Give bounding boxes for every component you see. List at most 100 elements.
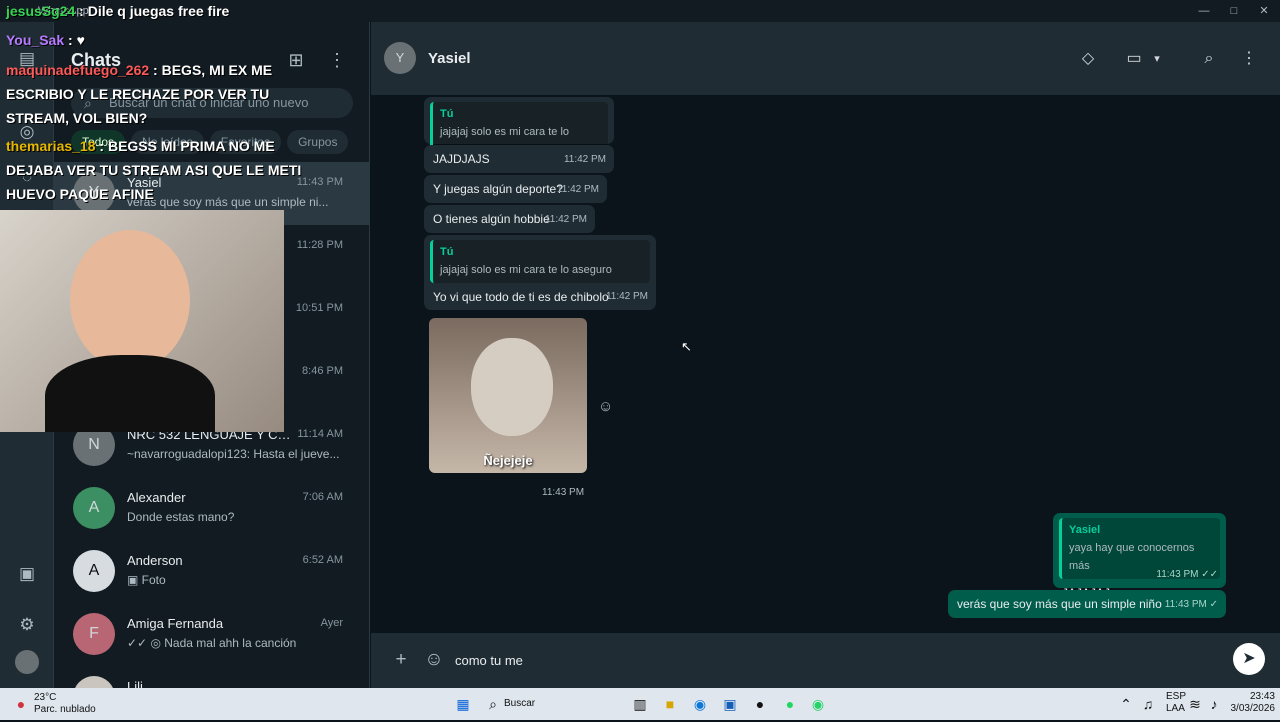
search-input[interactable]: Buscar un chat o iniciar uno nuevo (71, 88, 353, 118)
archive-icon[interactable]: ▣ (15, 562, 39, 586)
chat-preview: ▣ Foto (127, 573, 166, 587)
tab-favoritos[interactable]: Favoritos (209, 130, 282, 154)
avatar: A (73, 550, 115, 592)
conversation-header: Y Yasiel ◇ ▭ ▾ ⌕ ⋮ (371, 22, 1280, 95)
chat-name: Yasiel (127, 175, 162, 190)
chat-time: Ayer (320, 617, 343, 629)
quote-author: Tú (440, 108, 454, 120)
message-text: Y juegas algún deporte? (433, 182, 563, 196)
sticker-time: 11:43 PM (542, 487, 585, 498)
message-text: O tienes algún hobbie (433, 212, 550, 226)
taskview-icon[interactable]: ▥ (631, 695, 649, 713)
streamer-webcam (0, 210, 284, 432)
microphone-icon[interactable]: ♫ (1139, 695, 1157, 713)
edge-icon[interactable]: ◉ (691, 695, 709, 713)
message-input[interactable]: como tu me (455, 649, 1215, 673)
keyboard-layout[interactable]: LAA (1166, 703, 1185, 721)
quote-text: jajajaj solo es mi cara te lo aseguro (440, 264, 612, 276)
search-icon: ⌕ (489, 696, 497, 712)
quote-author: Tú (440, 246, 454, 258)
chat-item-lili[interactable]: L Lili (54, 666, 369, 688)
chat-time: 11:28 PM (296, 239, 343, 251)
taskbar-search[interactable]: Buscar (504, 695, 535, 713)
panel-title: Chats (71, 50, 122, 70)
mouse-cursor-icon: ↖ (681, 339, 692, 354)
sticker-caption: Ñejejeje (483, 453, 533, 468)
contact-name[interactable]: Yasiel (428, 50, 471, 67)
chat-time: 10:51 PM (295, 302, 343, 314)
avatar: F (73, 613, 115, 655)
tab-todos[interactable]: Todos (71, 130, 126, 154)
minimize-button[interactable]: — (1190, 2, 1218, 20)
chat-time: 11:14 AM (297, 428, 343, 440)
chats-icon[interactable]: ▤ (15, 47, 39, 71)
message-bubble[interactable]: JAJDJAJS 11:42 PM (424, 145, 614, 173)
whatsapp-icon[interactable]: ◉ (809, 695, 827, 713)
cat-sticker[interactable]: Ñejejeje (429, 318, 587, 473)
avatar: L (73, 676, 115, 688)
spotify-icon[interactable]: ● (781, 695, 799, 713)
windows-taskbar: ● 23°C Parc. nublado ▦ ⌕ Buscar ▥ ■ ◉ ▣ … (0, 688, 1280, 720)
message-time: 11:43 PM ✓ (1164, 599, 1218, 610)
quoted-message[interactable]: Tú jajajaj solo es mi cara te lo aseguro (430, 240, 650, 283)
contact-avatar[interactable]: Y (384, 42, 416, 74)
menu-icon[interactable]: ⋮ (1237, 47, 1261, 71)
reaction-icon[interactable]: ☺ (598, 398, 613, 415)
chat-item-alexander[interactable]: A Alexander 7:06 AM Donde estas mano? (54, 477, 369, 540)
chat-preview: ✓✓ ◎ Nada mal ahh la canción (127, 636, 297, 650)
message-time: 11:42 PM (556, 184, 599, 195)
message-bubble-outgoing[interactable]: verás que soy más que un simple niño 11:4… (948, 590, 1226, 618)
message-text: verás que soy más que un simple niño (957, 597, 1162, 611)
chat-name: Amiga Fernanda (127, 616, 224, 631)
tray-chevron-icon[interactable]: ⌃ (1117, 695, 1135, 713)
maximize-button[interactable]: □ (1220, 2, 1248, 20)
chat-time: 11:43 PM (296, 176, 343, 188)
message-text: JAJDJAJS (433, 152, 490, 166)
communities-icon[interactable]: ◌ (15, 165, 39, 189)
avatar: A (73, 487, 115, 529)
new-chat-icon[interactable]: ⊞ (285, 50, 307, 72)
close-button[interactable]: ✕ (1250, 2, 1278, 20)
message-composer: + ☺ como tu me ➤ (371, 633, 1280, 688)
chat-item-amiga-fernanda[interactable]: F Amiga Fernanda Ayer ✓✓ ◎ Nada mal ahh la … (54, 603, 369, 666)
settings-icon[interactable]: ⚙ (15, 613, 39, 637)
folder-icon[interactable]: ■ (661, 695, 679, 713)
store-icon[interactable]: ▣ (721, 695, 739, 713)
search-icon[interactable]: ⌕ (1197, 47, 1221, 71)
quote-author: Yasiel (1069, 524, 1101, 536)
profile-avatar[interactable] (15, 650, 39, 674)
app-title: WhatsApp (38, 5, 89, 17)
tab-no-leidos[interactable]: No leídos (131, 130, 204, 154)
message-bubble[interactable]: Tú jajajaj solo es mi cara te lo aseguro Y… (424, 235, 656, 310)
windows-start-icon[interactable]: ▦ (454, 695, 472, 713)
wifi-icon[interactable]: ≋ (1186, 695, 1204, 713)
video-call-icon[interactable]: ▭ (1122, 47, 1146, 71)
status-icon[interactable]: ◎ (15, 120, 39, 144)
obs-icon[interactable]: ● (751, 695, 769, 713)
message-time: 11:42 PM (544, 214, 587, 225)
message-bubble[interactable]: Y juegas algún deporte? 11:42 PM (424, 175, 607, 203)
message-bubble-outgoing[interactable]: Yasielyaya hay que conocernos másJAJAJAJ… (1053, 513, 1226, 600)
chat-item-anderson[interactable]: A Anderson 6:52 AM ▣ Foto (54, 540, 369, 603)
message-bubble[interactable]: O tienes algún hobbie 11:42 PM (424, 205, 595, 233)
message-bubble[interactable]: Tújajajaj solo es mi cara te lo aseguro (424, 97, 614, 163)
window-titlebar: WhatsApp — □ ✕ (0, 0, 1280, 22)
weather-icon[interactable]: ● (12, 695, 30, 713)
label-icon[interactable]: ◇ (1076, 47, 1100, 71)
chat-time: 6:52 AM (302, 554, 343, 566)
chat-preview: Donde estas mano? (127, 510, 235, 524)
menu-icon[interactable]: ⋮ (326, 50, 348, 72)
tab-grupos[interactable]: Grupos (287, 130, 349, 154)
chat-time: 7:06 AM (302, 491, 343, 503)
clock-date[interactable]: 3/03/2026 (1223, 703, 1276, 721)
emoji-icon[interactable]: ☺ (422, 648, 446, 672)
send-button[interactable]: ➤ (1233, 643, 1265, 675)
search-icon: ⌕ (84, 95, 92, 111)
message-time: 11:42 PM (563, 154, 606, 165)
message-time: 11:43 PM ✓✓ (1156, 569, 1218, 580)
chevron-down-icon[interactable]: ▾ (1145, 47, 1169, 71)
message-text: Yo vi que todo de ti es de chibolo (433, 290, 609, 304)
plus-icon[interactable]: + (389, 648, 413, 672)
chat-name: Lili (127, 679, 143, 688)
volume-icon[interactable]: ♪ (1205, 695, 1223, 713)
